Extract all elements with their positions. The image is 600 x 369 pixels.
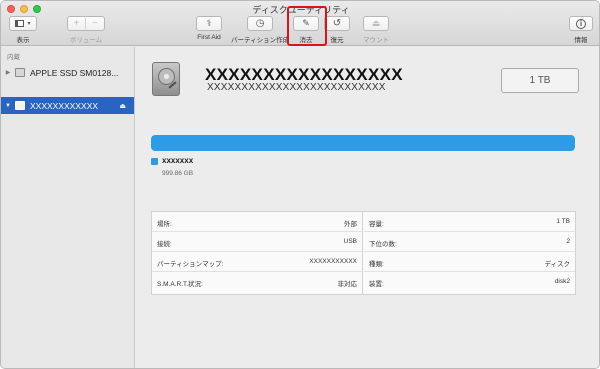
restore-label: 復元 [330, 37, 344, 44]
info-value: XXXXXXXXXXX [309, 258, 357, 265]
info-row: 接続: USB [152, 232, 362, 252]
partition-name: xxxxxxx [162, 156, 194, 165]
plus-icon: + [68, 18, 86, 29]
view-button[interactable]: ▾ [9, 16, 37, 31]
usage-bar-fill [151, 135, 575, 151]
sidebar: 内蔵 ▶ APPLE SSD SM0128... ▼ XXXXXXXXXXXX … [1, 47, 135, 368]
restore-arrow-icon: ↺ [332, 18, 342, 29]
info-key: S.M.A.R.T.状況: [157, 281, 203, 288]
info-toolbar-item[interactable]: i 情報 [569, 16, 593, 44]
eject-icon[interactable]: ⏏ [119, 102, 126, 110]
info-row: 場所: 外部 [152, 212, 362, 232]
volume-label: ボリューム [69, 37, 103, 44]
info-value: disk2 [554, 278, 570, 285]
info-row: 装置: disk2 [364, 272, 575, 292]
stethoscope-icon: ⚕ [206, 18, 212, 28]
info-key: 容量: [369, 221, 384, 228]
capacity-badge: 1 TB [501, 68, 579, 93]
disclosure-triangle-icon[interactable]: ▼ [3, 103, 13, 109]
info-value: 2 [566, 238, 570, 245]
firstaid-toolbar-item[interactable]: ⚕ First Aid [196, 16, 222, 41]
info-row: 種類: ディスク [364, 252, 575, 272]
info-key: 場所: [157, 221, 172, 228]
erase-highlight-frame [287, 6, 327, 46]
info-row: パーティションマップ: XXXXXXXXXXX [152, 252, 362, 272]
info-row: 下位の数: 2 [364, 232, 575, 252]
sidebar-item-internal-ssd[interactable]: ▶ APPLE SSD SM0128... [1, 64, 134, 81]
partition-label: パーティション作成 [231, 37, 290, 44]
info-column-left: 場所: 外部 接続: USB パーティションマップ: XXXXXXXXXXX S… [152, 212, 363, 294]
toolbar: ディスクユーティリティ ▾ 表示 + − ボリューム ⚕ First Aid ◷ [1, 1, 599, 46]
volume-toolbar-item[interactable]: + − ボリューム [67, 16, 105, 44]
info-key: 下位の数: [369, 241, 397, 248]
info-table: 場所: 外部 接続: USB パーティションマップ: XXXXXXXXXXX S… [151, 211, 576, 295]
info-value: USB [343, 238, 357, 245]
disk-utility-window: ディスクユーティリティ ▾ 表示 + − ボリューム ⚕ First Aid ◷ [0, 0, 600, 369]
hard-drive-icon [152, 62, 180, 96]
disclosure-triangle-icon[interactable]: ▶ [3, 69, 13, 76]
mount-toolbar-item[interactable]: ⏏ マウント [363, 16, 389, 44]
info-key: 装置: [369, 281, 384, 288]
mount-button[interactable]: ⏏ [363, 16, 389, 31]
info-value: ディスク [544, 261, 570, 268]
sidebar-icon [15, 20, 25, 27]
minus-icon: − [92, 18, 98, 29]
info-icon: i [576, 18, 586, 29]
sidebar-item-label: XXXXXXXXXXXX [30, 100, 99, 111]
info-value: 外部 [344, 221, 357, 228]
firstaid-button[interactable]: ⚕ [196, 16, 222, 31]
internal-disk-icon [15, 68, 25, 77]
chevron-down-icon: ▾ [27, 21, 31, 27]
mount-label: マウント [363, 37, 389, 44]
restore-toolbar-item[interactable]: ↺ 復元 [324, 16, 350, 44]
partition-pie-icon: ◷ [255, 18, 265, 29]
info-key: パーティションマップ: [157, 261, 224, 268]
info-key: 種類: [369, 261, 384, 268]
partition-size: 999.86 GB [162, 170, 194, 177]
sidebar-item-label: APPLE SSD SM0128... [30, 67, 119, 78]
view-label: 表示 [16, 37, 30, 44]
info-key: 接続: [157, 241, 172, 248]
info-value: 非対応 [337, 281, 358, 288]
info-row: S.M.A.R.T.状況: 非対応 [152, 272, 362, 292]
usage-bar [151, 135, 575, 151]
info-value: 1 TB [556, 218, 570, 225]
external-disk-icon [15, 101, 25, 110]
volume-add-remove-control[interactable]: + − [67, 16, 105, 31]
view-toolbar-item[interactable]: ▾ 表示 [9, 16, 37, 44]
firstaid-label: First Aid [197, 34, 221, 41]
info-column-right: 容量: 1 TB 下位の数: 2 種類: ディスク 装置: disk2 [364, 212, 575, 294]
main-panel: XXXXXXXXXXXXXXXXX XXXXXXXXXXXXXXXXXXXXXX… [136, 47, 599, 368]
partition-button[interactable]: ◷ [247, 16, 274, 31]
volume-subtitle: XXXXXXXXXXXXXXXXXXXXXXXXXX [207, 82, 386, 93]
sidebar-item-external-disk[interactable]: ▼ XXXXXXXXXXXX ⏏ [1, 97, 134, 114]
info-label: 情報 [574, 37, 588, 44]
partition-color-swatch [151, 158, 158, 165]
partition-toolbar-item[interactable]: ◷ パーティション作成 [231, 16, 289, 44]
restore-button[interactable]: ↺ [324, 16, 350, 31]
sidebar-section-header: 内蔵 [7, 54, 20, 61]
info-button[interactable]: i [569, 16, 593, 31]
info-row: 容量: 1 TB [364, 212, 575, 232]
mount-icon: ⏏ [371, 18, 381, 28]
